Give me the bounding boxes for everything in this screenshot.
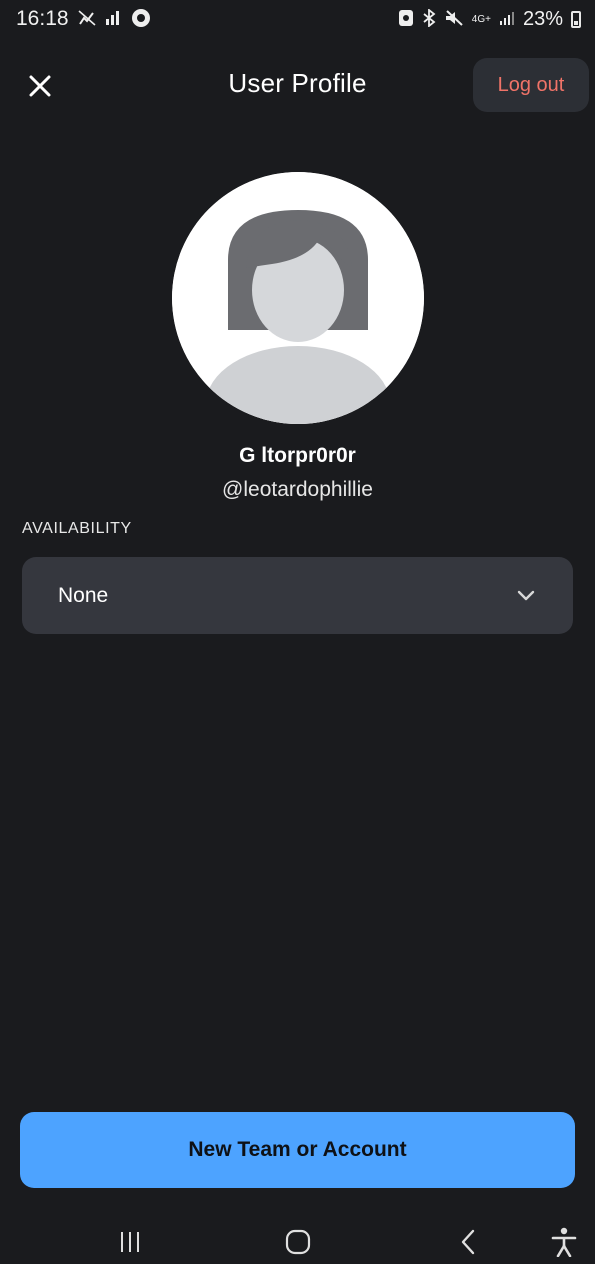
- app-notification-icon: [131, 8, 151, 31]
- availability-select[interactable]: None: [22, 557, 573, 634]
- availability-value: None: [58, 583, 109, 607]
- default-avatar-icon: [172, 172, 424, 424]
- battery-icon: [571, 10, 581, 28]
- logout-button[interactable]: Log out: [473, 58, 589, 112]
- user-profile-screen: 16:18 4G+ 23% User Profile Log out G lto…: [0, 0, 595, 1264]
- status-right: 4G+ 23%: [398, 8, 581, 31]
- back-icon: [461, 1229, 475, 1255]
- user-display-name: G ltorpr0r0r: [239, 444, 356, 467]
- status-left: 16:18: [16, 7, 151, 31]
- recent-apps-button[interactable]: [108, 1222, 152, 1262]
- battery-percent: 23%: [522, 7, 563, 30]
- new-team-or-account-button[interactable]: New Team or Account: [20, 1112, 575, 1188]
- status-bar: 16:18 4G+ 23%: [0, 0, 595, 38]
- bluetooth-icon: [422, 7, 436, 30]
- cell-signal-icon: [499, 10, 515, 29]
- alarm-off-icon: [77, 9, 97, 30]
- back-button[interactable]: [446, 1222, 490, 1262]
- system-nav-bar: [0, 1216, 595, 1264]
- user-handle: @leotardophillie: [222, 478, 373, 501]
- status-time: 16:18: [16, 7, 69, 30]
- accessibility-button[interactable]: [542, 1222, 586, 1262]
- home-button[interactable]: [276, 1222, 320, 1262]
- recent-apps-icon: [121, 1232, 139, 1252]
- accessibility-icon: [551, 1227, 577, 1257]
- home-icon: [285, 1229, 311, 1255]
- signal-bars-icon: [105, 10, 123, 29]
- avatar[interactable]: [172, 172, 424, 424]
- network-type-icon: 4G+: [471, 13, 491, 25]
- mute-icon: [444, 9, 464, 30]
- availability-label: AVAILABILITY: [22, 520, 132, 537]
- header: User Profile Log out: [0, 56, 595, 116]
- lock-notification-icon: [398, 9, 414, 30]
- chevron-down-icon: [517, 590, 535, 600]
- network-type-label: 4G+: [471, 13, 491, 25]
